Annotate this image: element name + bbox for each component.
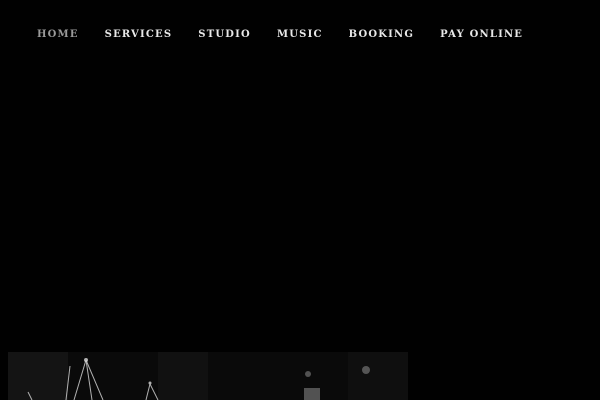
nav-link-pay-online[interactable]: PAY ONLINE <box>440 29 523 41</box>
nav-link-booking[interactable]: BOOKING <box>349 29 415 41</box>
main-navigation: HOME SERVICES STUDIO MUSIC BOOKING PAY O… <box>37 29 549 41</box>
nav-link-home[interactable]: HOME <box>37 29 79 41</box>
studio-photo-graphic <box>8 352 408 400</box>
nav-link-services[interactable]: SERVICES <box>105 29 173 41</box>
nav-link-music[interactable]: MUSIC <box>277 29 323 41</box>
hero-studio-photo <box>8 352 408 400</box>
page: HOME SERVICES STUDIO MUSIC BOOKING PAY O… <box>0 0 600 400</box>
nav-link-studio[interactable]: STUDIO <box>198 29 251 41</box>
